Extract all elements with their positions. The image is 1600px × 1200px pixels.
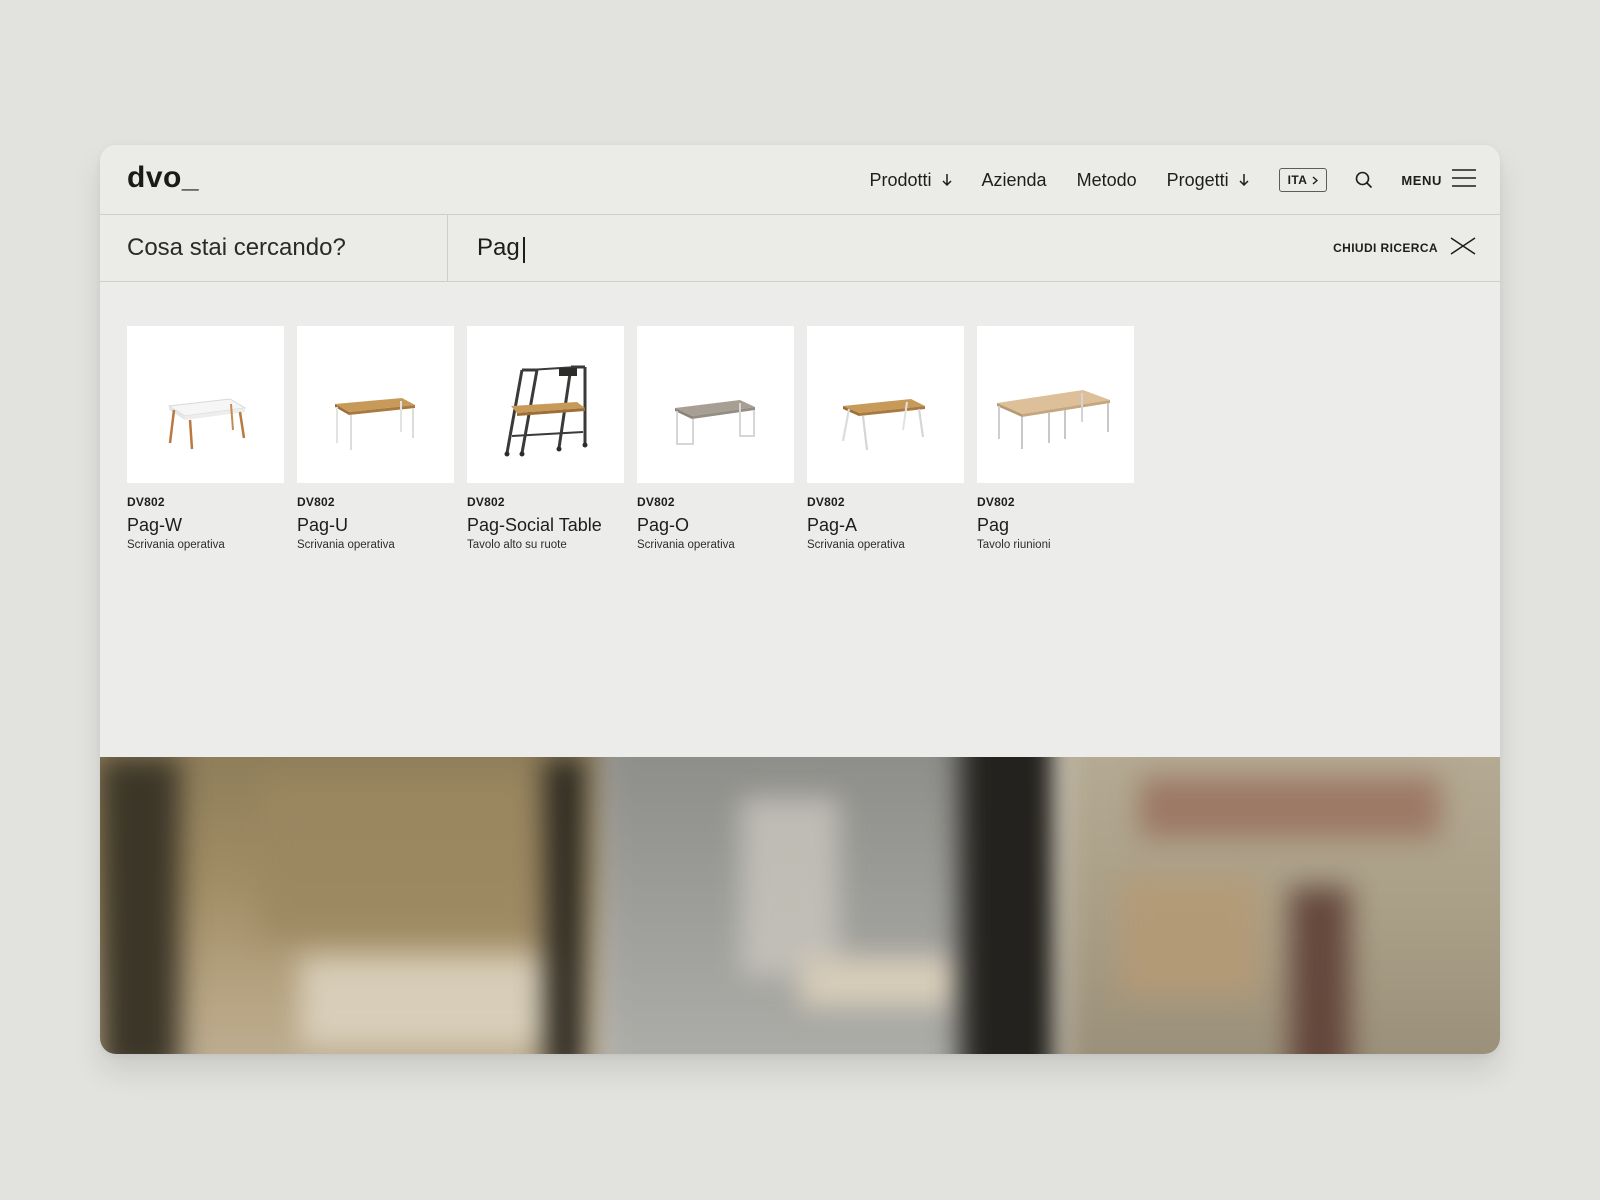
search-bar: Cosa stai cercando? CHIUDI RICERCA bbox=[100, 215, 1500, 282]
hamburger-icon bbox=[1452, 168, 1476, 192]
result-card[interactable]: DV802 Pag-A Scrivania operativa bbox=[807, 326, 964, 551]
product-description: Scrivania operativa bbox=[127, 539, 225, 551]
search-prompt: Cosa stai cercando? bbox=[100, 215, 448, 281]
product-description: Scrivania operativa bbox=[807, 539, 905, 551]
language-switcher[interactable]: ITA bbox=[1278, 168, 1328, 192]
language-label: ITA bbox=[1287, 173, 1308, 187]
result-card[interactable]: DV802 Pag-Social Table Tavolo alto su ru… bbox=[467, 326, 624, 551]
product-description: Scrivania operativa bbox=[637, 539, 735, 551]
text-caret bbox=[523, 237, 525, 263]
product-name: Pag-W bbox=[127, 515, 183, 535]
result-card[interactable]: DV802 Pag-W Scrivania operativa bbox=[127, 326, 284, 551]
product-image bbox=[467, 326, 624, 483]
menu-label: MENU bbox=[1401, 172, 1442, 188]
results-grid: DV802 Pag-W Scrivania operativa DV802 Pa… bbox=[127, 326, 1147, 551]
main-nav: Prodotti Azienda Metodo Progetti ITA MEN… bbox=[839, 145, 1476, 215]
product-description: Tavolo alto su ruote bbox=[467, 539, 567, 551]
product-name: Pag bbox=[977, 515, 1010, 535]
product-code: DV802 bbox=[637, 495, 675, 509]
product-image bbox=[807, 326, 964, 483]
product-description: Tavolo riunioni bbox=[977, 539, 1051, 551]
arrow-down-icon bbox=[941, 173, 952, 187]
result-card[interactable]: DV802 Pag Tavolo riunioni bbox=[977, 326, 1134, 551]
product-name: Pag-U bbox=[297, 515, 349, 535]
product-code: DV802 bbox=[807, 495, 845, 509]
nav-item-metodo[interactable]: Metodo bbox=[1077, 170, 1137, 191]
close-search-button[interactable]: CHIUDI RICERCA bbox=[1333, 215, 1476, 281]
product-image bbox=[977, 326, 1134, 483]
arrow-down-icon bbox=[1239, 173, 1249, 187]
product-name: Pag-Social Table bbox=[467, 515, 602, 535]
nav-item-label: Metodo bbox=[1076, 169, 1137, 190]
product-description: Scrivania operativa bbox=[297, 539, 395, 551]
search-input-wrap bbox=[449, 215, 1320, 281]
search-input[interactable] bbox=[449, 228, 1320, 268]
close-search-label: CHIUDI RICERCA bbox=[1333, 241, 1438, 255]
product-image bbox=[297, 326, 454, 483]
nav-item-azienda[interactable]: Azienda bbox=[982, 170, 1047, 191]
nav-item-label: Azienda bbox=[981, 169, 1047, 190]
nav-item-prodotti[interactable]: Prodotti bbox=[869, 169, 952, 191]
product-name: Pag-A bbox=[807, 515, 858, 535]
result-card[interactable]: DV802 Pag-O Scrivania operativa bbox=[637, 326, 794, 551]
hero-photo-blurred bbox=[100, 757, 1500, 1054]
menu-button[interactable]: MENU bbox=[1401, 168, 1476, 192]
product-image bbox=[637, 326, 794, 483]
nav-item-progetti[interactable]: Progetti bbox=[1167, 170, 1249, 191]
close-icon bbox=[1450, 236, 1476, 260]
search-results: DV802 Pag-W Scrivania operativa DV802 Pa… bbox=[100, 282, 1500, 757]
search-icon[interactable] bbox=[1355, 171, 1373, 189]
product-code: DV802 bbox=[297, 495, 335, 509]
result-card[interactable]: DV802 Pag-U Scrivania operativa bbox=[297, 326, 454, 551]
product-code: DV802 bbox=[127, 495, 165, 509]
nav-item-label: Prodotti bbox=[869, 169, 932, 190]
product-name: Pag-O bbox=[637, 515, 690, 535]
product-code: DV802 bbox=[467, 495, 505, 509]
product-image bbox=[127, 326, 284, 483]
browser-window: dvo_ Prodotti Azienda Metodo Progetti IT… bbox=[100, 145, 1500, 1054]
product-code: DV802 bbox=[977, 495, 1015, 509]
nav-item-label: Progetti bbox=[1166, 169, 1229, 190]
chevron-right-icon bbox=[1312, 175, 1319, 185]
site-header: dvo_ Prodotti Azienda Metodo Progetti IT… bbox=[100, 145, 1500, 215]
dvo-logo[interactable]: dvo_ bbox=[127, 161, 199, 195]
